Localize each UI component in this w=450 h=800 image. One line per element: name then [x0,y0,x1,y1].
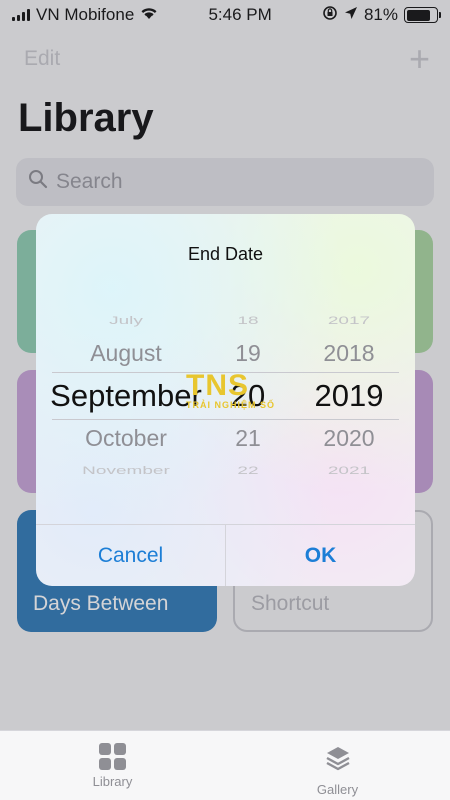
year-selected[interactable]: 2019 [294,378,404,414]
cancel-button[interactable]: Cancel [36,525,225,586]
day-option[interactable]: 22 [213,464,283,477]
day-option[interactable]: 18 [213,314,283,327]
day-wheel[interactable]: 18 19 20 21 22 [213,310,283,485]
month-option[interactable]: July [46,314,206,327]
day-option[interactable]: 21 [213,425,283,452]
dialog-title: End Date [187,244,264,264]
month-selected[interactable]: September [46,378,206,414]
tab-library-label: Library [92,774,133,789]
grid-icon [99,743,126,770]
dialog-actions: Cancel OK [36,524,415,586]
day-selected[interactable]: 20 [213,378,283,414]
day-option[interactable]: 19 [213,340,283,367]
layers-icon [323,743,353,778]
month-option[interactable]: August [46,340,206,367]
year-option[interactable]: 2018 [294,340,404,367]
year-option[interactable]: 2020 [294,425,404,452]
year-option[interactable]: 2021 [294,464,404,477]
tab-library[interactable]: Library [0,731,225,800]
tab-gallery[interactable]: Gallery [225,731,450,800]
month-wheel[interactable]: July August September October November [46,310,206,485]
date-picker[interactable]: July August September October November 1… [36,310,415,485]
month-option[interactable]: November [46,464,206,477]
tab-gallery-label: Gallery [316,782,359,797]
year-wheel[interactable]: 2017 2018 2019 2020 2021 [294,310,404,485]
year-option[interactable]: 2017 [294,314,404,327]
date-picker-dialog: End Date July August September October N… [36,214,415,586]
month-option[interactable]: October [46,425,206,452]
tab-bar: Library Gallery [0,730,450,800]
ok-button[interactable]: OK [225,525,415,586]
